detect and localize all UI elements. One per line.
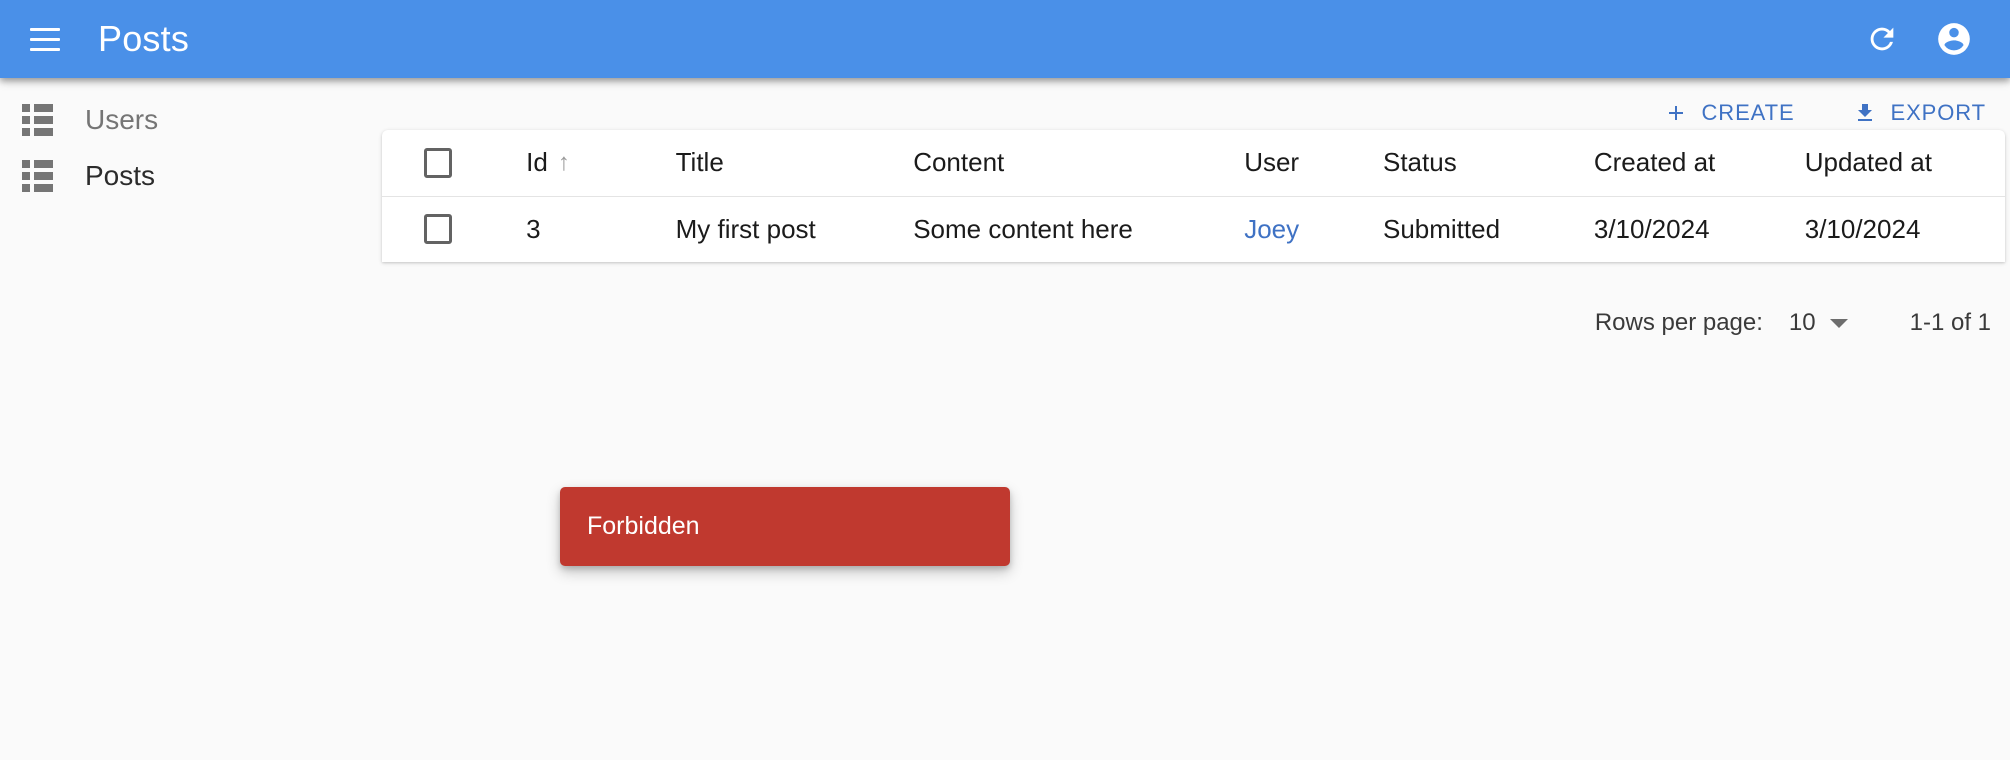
export-button-label: EXPORT bbox=[1891, 100, 1986, 126]
app-bar: Posts bbox=[0, 0, 2010, 78]
column-header-updated-at[interactable]: Updated at bbox=[1805, 130, 2005, 196]
sidebar-item-posts[interactable]: Posts bbox=[0, 148, 382, 204]
arrow-up-icon: ↑ bbox=[558, 151, 570, 175]
row-select-cell bbox=[382, 196, 526, 262]
sidebar-item-label: Posts bbox=[85, 160, 155, 192]
column-header-title[interactable]: Title bbox=[676, 130, 914, 196]
pagination-range: 1-1 of 1 bbox=[1910, 309, 1991, 337]
posts-table: Id ↑ Title Content User Status Created a… bbox=[382, 130, 2005, 262]
table-header: Id ↑ Title Content User Status Created a… bbox=[382, 130, 2005, 196]
cell-content: Some content here bbox=[913, 196, 1244, 262]
column-header-content[interactable]: Content bbox=[913, 130, 1244, 196]
sidebar-item-label: Users bbox=[85, 104, 158, 136]
plus-icon bbox=[1664, 101, 1688, 125]
sidebar: Users Posts bbox=[0, 78, 382, 760]
column-header-user[interactable]: User bbox=[1244, 130, 1383, 196]
list-icon bbox=[22, 103, 56, 137]
sidebar-item-users[interactable]: Users bbox=[0, 92, 382, 148]
content-area: CREATE EXPORT Id ↑ bbox=[382, 78, 2010, 760]
download-icon bbox=[1853, 101, 1877, 125]
cell-title: My first post bbox=[676, 196, 914, 262]
hamburger-line bbox=[30, 28, 60, 31]
table-row[interactable]: 3 My first post Some content here Joey S… bbox=[382, 196, 2005, 262]
cell-user-link[interactable]: Joey bbox=[1244, 196, 1383, 262]
posts-table-card: Id ↑ Title Content User Status Created a… bbox=[382, 130, 2005, 262]
cell-updated-at: 3/10/2024 bbox=[1805, 196, 2005, 262]
column-header-id-label: Id bbox=[526, 147, 548, 178]
table-body: 3 My first post Some content here Joey S… bbox=[382, 196, 2005, 262]
column-header-created-at[interactable]: Created at bbox=[1594, 130, 1805, 196]
list-icon bbox=[22, 159, 56, 193]
pagination: Rows per page: 10 1-1 of 1 bbox=[382, 290, 2005, 356]
create-button-label: CREATE bbox=[1702, 100, 1795, 126]
cell-created-at: 3/10/2024 bbox=[1594, 196, 1805, 262]
column-header-status[interactable]: Status bbox=[1383, 130, 1594, 196]
column-header-id[interactable]: Id ↑ bbox=[526, 130, 675, 196]
rows-per-page-label: Rows per page: bbox=[1595, 309, 1763, 337]
refresh-button[interactable] bbox=[1860, 17, 1904, 61]
select-all-header bbox=[382, 130, 526, 196]
create-button[interactable]: CREATE bbox=[1650, 92, 1809, 134]
row-checkbox[interactable] bbox=[424, 214, 452, 244]
table-header-row: Id ↑ Title Content User Status Created a… bbox=[382, 130, 2005, 196]
page-title: Posts bbox=[98, 18, 189, 60]
rows-per-page-select[interactable]: 10 bbox=[1789, 309, 1848, 337]
chevron-down-icon bbox=[1830, 319, 1848, 328]
snackbar-message: Forbidden bbox=[587, 512, 700, 541]
cell-status: Submitted bbox=[1383, 196, 1594, 262]
hamburger-line bbox=[30, 38, 60, 41]
hamburger-menu-icon[interactable] bbox=[22, 16, 68, 62]
account-button[interactable] bbox=[1932, 17, 1976, 61]
appbar-actions bbox=[1860, 17, 1976, 61]
cell-id: 3 bbox=[526, 196, 675, 262]
rows-per-page-value: 10 bbox=[1789, 309, 1816, 337]
account-circle-icon bbox=[1935, 20, 1973, 58]
select-all-checkbox[interactable] bbox=[424, 148, 452, 178]
export-button[interactable]: EXPORT bbox=[1839, 92, 2000, 134]
refresh-icon bbox=[1865, 22, 1899, 56]
list-toolbar: CREATE EXPORT bbox=[382, 78, 2010, 134]
snackbar-forbidden[interactable]: Forbidden bbox=[560, 487, 1010, 566]
hamburger-line bbox=[30, 48, 60, 51]
